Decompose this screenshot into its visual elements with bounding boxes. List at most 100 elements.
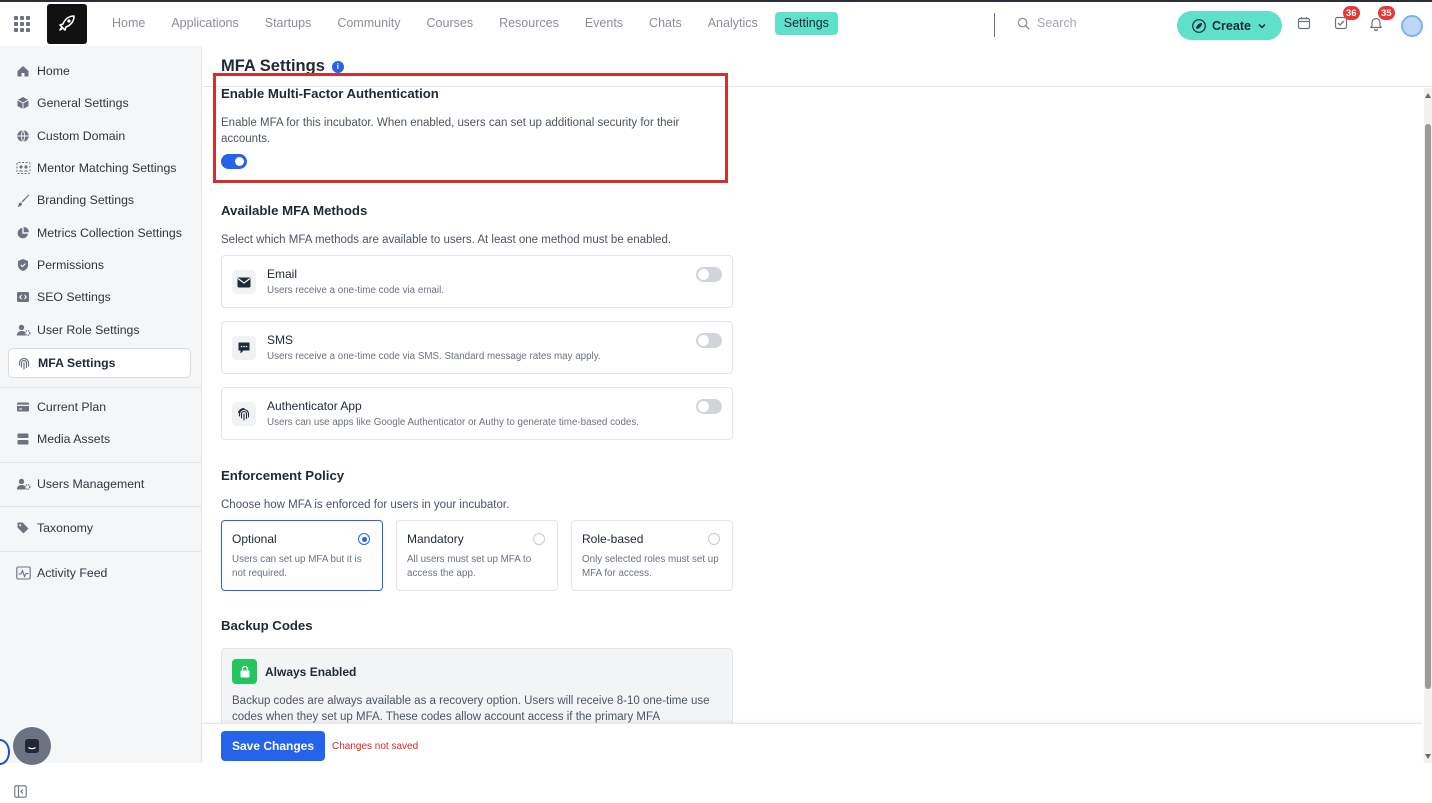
lock-icon	[232, 659, 257, 684]
nav-settings[interactable]: Settings	[774, 12, 838, 35]
home-icon	[15, 63, 31, 79]
sidebar-item-mfa-settings[interactable]: MFA Settings	[8, 348, 191, 378]
nav-chats[interactable]: Chats	[640, 12, 691, 35]
scroll-thumb[interactable]	[1425, 124, 1431, 689]
policy-name: Optional	[232, 532, 277, 546]
apps-grid-icon[interactable]	[14, 16, 30, 32]
sidebar-item-taxonomy[interactable]: Taxonomy	[8, 513, 191, 543]
mail-icon	[232, 270, 256, 294]
nav-applications[interactable]: Applications	[162, 12, 247, 35]
sidebar-divider	[0, 506, 202, 507]
header-divider	[994, 13, 995, 37]
nav-startups[interactable]: Startups	[256, 12, 321, 35]
policy-option-role-based[interactable]: Role-based Only selected roles must set …	[571, 520, 733, 591]
sidebar-divider	[0, 387, 202, 388]
mfa-methods-heading: Available MFA Methods	[221, 203, 368, 218]
create-label: Create	[1212, 18, 1251, 33]
sidebar-item-label: SEO Settings	[37, 290, 111, 304]
method-card-sms[interactable]: SMS Users receive a one-time code via SM…	[221, 321, 733, 374]
sidebar-item-media-assets[interactable]: Media Assets	[8, 424, 191, 454]
save-changes-button[interactable]: Save Changes	[221, 731, 325, 761]
sidebar-item-seo[interactable]: SEO Settings	[8, 282, 191, 312]
sidebar-item-current-plan[interactable]: Current Plan	[8, 392, 191, 422]
main-content: MFA Settings i Enable Multi-Factor Authe…	[203, 46, 1432, 763]
sidebar-item-custom-domain[interactable]: Custom Domain	[8, 121, 191, 151]
sidebar-item-branding[interactable]: Branding Settings	[8, 185, 191, 215]
policy-option-mandatory[interactable]: Mandatory All users must set up MFA to a…	[396, 520, 558, 591]
nav-home[interactable]: Home	[103, 12, 154, 35]
user-gear-icon	[15, 322, 31, 338]
scroll-down-arrow[interactable]	[1425, 754, 1431, 759]
fingerprint-icon	[232, 402, 256, 426]
sidebar-item-activity-feed[interactable]: Activity Feed	[8, 558, 191, 588]
sidebar-item-label: Metrics Collection Settings	[37, 226, 182, 240]
sidebar-item-home[interactable]: Home	[8, 56, 191, 86]
sidebar-divider	[0, 462, 202, 463]
policy-description: Only selected roles must set up MFA for …	[582, 554, 719, 579]
email-method-toggle[interactable]	[696, 267, 722, 282]
mfa-methods-description: Select which MFA methods are available t…	[221, 234, 672, 246]
sidebar-item-users-management[interactable]: Users Management	[8, 469, 191, 499]
enforcement-policy-description: Choose how MFA is enforced for users in …	[221, 499, 510, 511]
sidebar-item-mentor-matching[interactable]: Mentor Matching Settings	[8, 153, 191, 183]
save-footer: Save Changes Changes not saved	[203, 723, 1422, 763]
policy-radio-optional[interactable]	[358, 533, 370, 545]
bell-icon[interactable]: 35	[1369, 6, 1395, 36]
policy-option-optional[interactable]: Optional Users can set up MFA but it is …	[221, 520, 383, 591]
scroll-up-arrow[interactable]	[1425, 93, 1431, 98]
info-icon[interactable]: i	[331, 60, 344, 73]
support-edge-button[interactable]	[0, 739, 10, 765]
search-box[interactable]: Search	[1017, 16, 1077, 30]
sidebar-item-user-roles[interactable]: User Role Settings	[8, 315, 191, 345]
nav-analytics[interactable]: Analytics	[699, 12, 767, 35]
sidebar-divider	[0, 551, 202, 552]
policy-description: Users can set up MFA but it is not requi…	[232, 554, 362, 579]
enable-mfa-heading: Enable Multi-Factor Authentication	[221, 86, 439, 101]
sidebar-item-label: User Role Settings	[37, 323, 140, 337]
sidebar-collapse-icon[interactable]	[14, 785, 27, 803]
create-button[interactable]: Create	[1177, 11, 1282, 40]
scrollbar[interactable]	[1424, 88, 1432, 763]
policy-radio-mandatory[interactable]	[533, 533, 545, 545]
tasks-icon[interactable]: 36	[1334, 6, 1360, 35]
calendar-icon[interactable]	[1297, 16, 1311, 35]
sidebar-item-general-settings[interactable]: General Settings	[8, 88, 191, 118]
chat-launcher-button[interactable]	[13, 727, 51, 765]
sidebar-item-label: Custom Domain	[37, 129, 126, 143]
notifications-badge: 35	[1378, 6, 1395, 20]
sidebar-item-label: MFA Settings	[38, 356, 116, 370]
search-input[interactable]: Search	[1037, 16, 1077, 30]
enforcement-policy-heading: Enforcement Policy	[221, 468, 345, 483]
nav-resources[interactable]: Resources	[490, 12, 568, 35]
sidebar-item-label: Branding Settings	[37, 193, 135, 207]
rocket-logo[interactable]	[47, 4, 87, 44]
sidebar-item-label: Activity Feed	[37, 566, 108, 580]
sms-method-toggle[interactable]	[696, 333, 722, 348]
avatar[interactable]	[1401, 15, 1423, 37]
sidebar-item-label: General Settings	[37, 96, 129, 110]
method-description: Users receive a one-time code via SMS. S…	[267, 351, 601, 362]
rocket-icon	[1192, 18, 1206, 33]
enable-mfa-toggle[interactable]	[221, 154, 247, 169]
policy-radio-role-based[interactable]	[708, 533, 720, 545]
method-name: SMS	[267, 333, 294, 347]
enable-mfa-description: Enable MFA for this incubator. When enab…	[221, 117, 680, 145]
sidebar-item-metrics-collection[interactable]: Metrics Collection Settings	[8, 218, 191, 248]
sidebar-item-label: Taxonomy	[37, 521, 94, 535]
pie-chart-icon	[15, 225, 31, 241]
method-name: Email	[267, 267, 298, 281]
nav-community[interactable]: Community	[328, 12, 409, 35]
nav-events[interactable]: Events	[576, 12, 632, 35]
authenticator-method-toggle[interactable]	[696, 399, 722, 414]
sidebar-item-label: Mentor Matching Settings	[37, 161, 177, 175]
sidebar-item-label: Users Management	[37, 477, 145, 491]
policy-description: All users must set up MFA to access the …	[407, 554, 532, 579]
tasks-badge: 36	[1343, 6, 1360, 20]
sidebar-item-permissions[interactable]: Permissions	[8, 250, 191, 280]
chat-icon	[25, 739, 39, 753]
sidebar-item-label: Permissions	[37, 258, 104, 272]
tag-icon	[15, 520, 31, 536]
nav-courses[interactable]: Courses	[418, 12, 483, 35]
method-card-authenticator-app[interactable]: Authenticator App Users can use apps lik…	[221, 387, 733, 440]
method-card-email[interactable]: Email Users receive a one-time code via …	[221, 255, 733, 308]
